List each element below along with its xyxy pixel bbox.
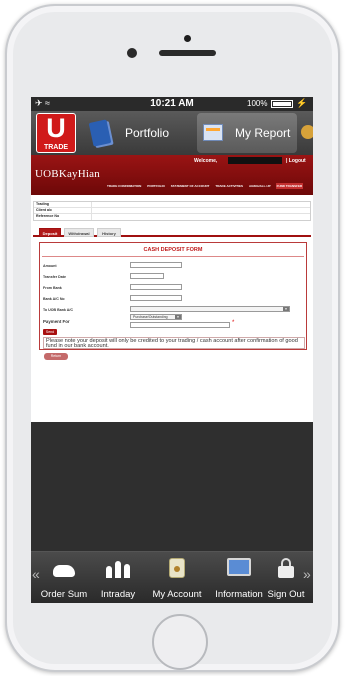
bottom-toolbar: « Order Sum Intraday My Account Informat… [31,551,313,603]
toolbar-label: Information [215,589,263,600]
dropdown-arrow-icon: ▼ [175,315,181,319]
toolbar-sign-out[interactable]: Sign Out [265,556,307,602]
payment-for-select[interactable]: Purchase/Outstanding ▼ [130,314,182,320]
charging-icon: ⚡ [296,98,308,108]
battery-percent: 100% [247,99,268,108]
required-marker: * [232,320,235,326]
report-icon [203,124,223,141]
toolbar-order-sum[interactable]: Order Sum [39,556,89,602]
bank-ac-input[interactable] [130,295,182,301]
info-label: Reference No [34,214,92,220]
note-box: Please note your deposit will only be cr… [43,337,305,349]
battery-icon [271,100,293,108]
tab-my-report-label: My Report [235,126,291,140]
uob-logo: UOBKayHian [35,168,100,180]
dropdown-arrow-icon: ▼ [283,307,289,311]
empty-web-area [31,422,313,558]
toolbar-label: Order Sum [40,589,88,600]
tab-history[interactable]: History [97,228,121,237]
site-header: UOBKayHian Welcome, | Logout TRADE CONFI… [31,155,313,195]
toolbar-intraday[interactable]: Intraday [93,556,143,602]
more-icon[interactable] [301,125,313,139]
amount-input[interactable] [130,262,182,268]
logout-link[interactable]: | Logout [286,158,306,164]
menu-trade-confirmation[interactable]: TRADE CONFIRMATION [106,183,142,189]
cash-deposit-form: CASH DEPOSIT FORM Amount Transfer Date F… [39,242,307,350]
account-icon [169,558,185,578]
logo-letter: U [46,113,66,143]
toolbar-label: My Account [152,589,202,600]
return-button[interactable]: Return [44,353,68,360]
toolbar-label: Sign Out [267,589,305,600]
info-value [92,208,310,213]
web-content: UOBKayHian Welcome, | Logout TRADE CONFI… [31,155,313,422]
welcome-text: Welcome, [194,158,218,164]
status-bar: ✈ ≈ 10:21 AM 100% ⚡ [31,97,313,111]
to-uob-select[interactable]: ▼ [130,306,290,312]
from-bank-input[interactable] [130,284,182,290]
menu-statement[interactable]: STATEMENT OF ACCOUNT [170,183,211,189]
info-row: Reference No [34,214,310,220]
tab-my-report[interactable]: My Report [197,113,297,153]
from-bank-label: From Bank [43,286,62,290]
notebook-icon [88,119,112,147]
logo-text: TRADE [43,144,69,151]
payment-for-label: Payment For [43,319,70,324]
bull-icon [53,565,75,577]
payment-for-value: Purchase/Outstanding [133,315,168,319]
toolbar-my-account[interactable]: My Account [147,556,207,602]
earpiece-speaker [159,50,216,56]
app-screen: ✈ ≈ 10:21 AM 100% ⚡ U TRADE Portfolio My… [31,97,313,603]
info-label: Client a/c [34,208,92,213]
account-info-table: Trading Client a/c Reference No [33,201,311,221]
menu-trade-activities[interactable]: TRADE ACTIVITIES [214,183,244,189]
transfer-date-input[interactable] [130,273,164,279]
username-box [228,157,282,164]
transfer-date-label: Transfer Date [43,275,66,279]
bank-ac-label: Bank A/C No [43,297,65,301]
scroll-right-icon[interactable]: » [303,566,311,582]
menu-fund-transfer[interactable]: FUND TRANSFER [275,183,304,189]
battery-fill [273,102,291,106]
form-title: CASH DEPOSIT FORM [143,247,203,253]
amount-label: Amount [43,264,57,268]
front-sensor [184,35,191,42]
site-menu: TRADE CONFIRMATION PORTFOLIO STATEMENT O… [106,183,304,189]
info-value [92,202,310,207]
front-camera [127,48,137,58]
transfer-tabs: Deposit Withdrawal History [33,228,311,237]
info-label: Trading [34,202,92,207]
tab-portfolio[interactable]: Portfolio [83,113,170,153]
to-uob-label: To UOB Bank A/C [43,308,73,312]
lock-icon [277,558,295,578]
payment-for-input[interactable] [130,322,230,328]
menu-aging[interactable]: AGING/ALL-UP [248,183,272,189]
send-button[interactable]: Send [43,329,57,335]
tab-withdrawal[interactable]: Withdrawal [64,228,94,237]
information-icon [227,558,251,576]
toolbar-information[interactable]: Information [209,556,269,602]
deposit-note: Please note your deposit will only be cr… [46,338,298,350]
tab-portfolio-label: Portfolio [125,126,170,140]
menu-portfolio[interactable]: PORTFOLIO [146,183,166,189]
tab-deposit[interactable]: Deposit [39,228,61,237]
info-value [92,214,310,220]
toolbar-label: Intraday [100,589,136,600]
home-button[interactable] [152,614,208,670]
form-divider [42,256,304,257]
intraday-chart-icon [105,558,131,578]
utrade-logo[interactable]: U TRADE [36,113,76,153]
top-nav-bar: U TRADE Portfolio My Report [31,111,313,155]
